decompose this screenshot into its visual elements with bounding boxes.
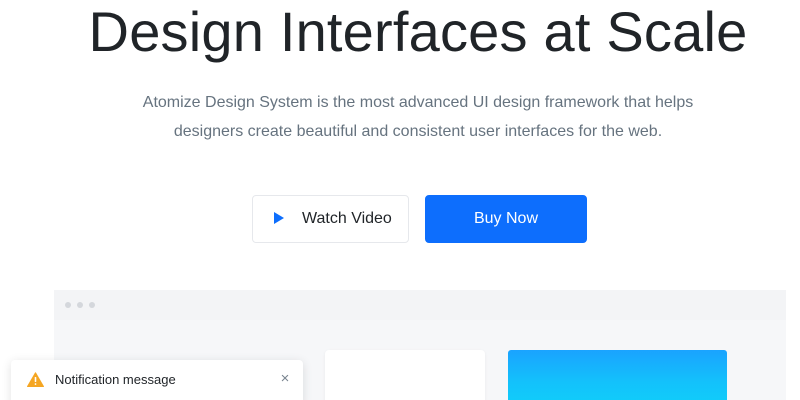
- watch-video-label: Watch Video: [302, 210, 392, 227]
- watch-video-button[interactable]: Watch Video: [252, 195, 409, 243]
- window-dot-icon: [65, 302, 71, 308]
- hero-title: Design Interfaces at Scale: [88, 0, 748, 63]
- close-icon[interactable]: ×: [276, 369, 294, 389]
- warning-icon: [27, 372, 44, 387]
- hero-description-line-1: Atomize Design System is the most advanc…: [142, 94, 694, 111]
- window-dot-icon: [89, 302, 95, 308]
- preview-gradient-card: [508, 350, 727, 400]
- preview-window-titlebar: [54, 290, 786, 320]
- buy-now-button[interactable]: Buy Now: [425, 195, 587, 243]
- hero-description: Atomize Design System is the most advanc…: [0, 88, 800, 146]
- notification-message: Notification message: [55, 372, 176, 387]
- window-dot-icon: [77, 302, 83, 308]
- buy-now-label: Buy Now: [473, 210, 539, 227]
- hero-description-line-2: designers create beautiful and consisten…: [173, 123, 663, 140]
- preview-card: [325, 350, 485, 400]
- play-icon: [274, 211, 284, 224]
- notification-toast: Notification message ×: [11, 360, 303, 400]
